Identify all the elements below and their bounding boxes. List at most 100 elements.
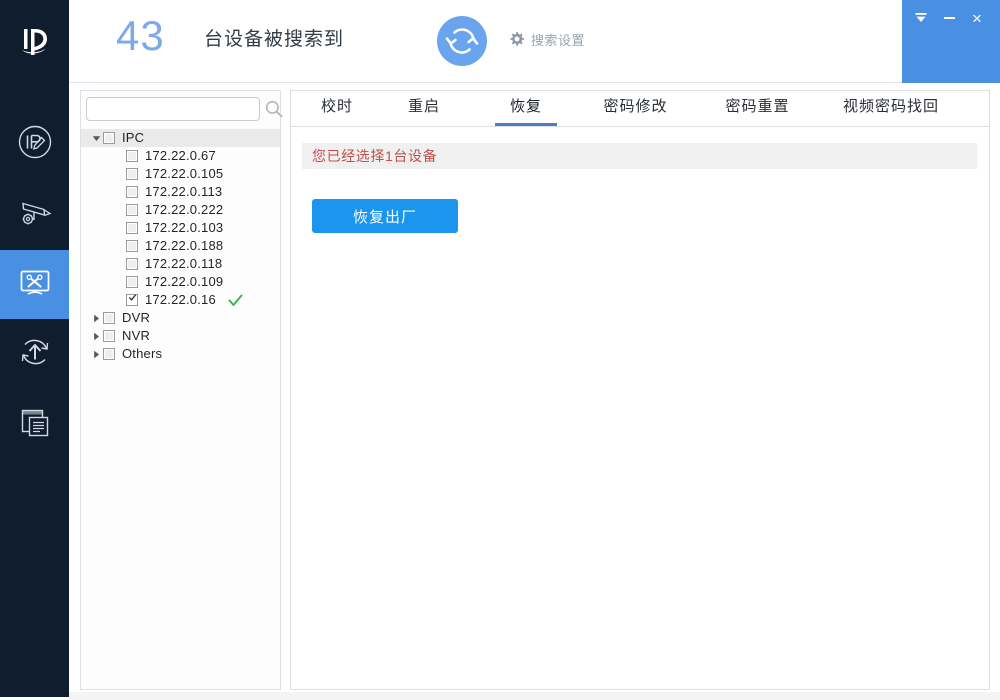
checkbox-fill <box>105 314 113 322</box>
checkbox-fill <box>105 332 113 340</box>
tree-item-device[interactable]: 172.22.0.113 <box>81 183 280 201</box>
tree-node-label: 172.22.0.113 <box>145 184 223 199</box>
checkbox[interactable] <box>126 150 138 162</box>
search-settings-label: 搜索设置 <box>531 32 586 48</box>
tab-4[interactable]: 密码重置 <box>694 91 821 126</box>
tree-item-device[interactable]: 172.22.0.67 <box>81 147 280 165</box>
tab-label: 恢复 <box>509 98 542 115</box>
twisty-toggle[interactable] <box>89 311 103 325</box>
tab-5[interactable]: 视频密码找回 <box>821 91 961 126</box>
chevron-right-icon <box>93 314 99 322</box>
sidebar-item-firmware-upgrade[interactable] <box>0 320 69 389</box>
gear-icon <box>507 30 525 48</box>
refresh-button[interactable] <box>433 12 491 70</box>
sidebar-item-ip-edit[interactable] <box>0 110 69 179</box>
checkbox-fill <box>128 206 136 214</box>
tab-1[interactable]: 重启 <box>373 91 475 126</box>
sidebar-items <box>0 110 69 460</box>
tree-item-device[interactable]: 172.22.0.222 <box>81 201 280 219</box>
tree-item-device[interactable]: 172.22.0.118 <box>81 255 280 273</box>
logo-icon <box>21 28 47 55</box>
tab-0[interactable]: 校时 <box>301 91 373 126</box>
app-logo <box>0 0 69 83</box>
checkbox-fill <box>128 152 136 160</box>
window-controls: × <box>902 0 1000 83</box>
checkbox[interactable] <box>103 330 115 342</box>
search-settings-button[interactable]: 搜索设置 <box>507 28 585 50</box>
sidebar <box>0 0 69 697</box>
checkbox[interactable] <box>126 222 138 234</box>
tree-group-others[interactable]: Others <box>81 345 280 363</box>
bottom-strip <box>69 692 1000 700</box>
tree-item-device[interactable]: 172.22.0.16 <box>81 291 280 309</box>
success-check-icon <box>228 294 243 306</box>
checkbox[interactable] <box>103 348 115 360</box>
checkbox[interactable] <box>126 276 138 288</box>
tree-node-label: 172.22.0.109 <box>145 274 224 289</box>
tab-label: 视频密码找回 <box>842 98 939 115</box>
device-count-label: 台设备被搜索到 <box>204 29 345 50</box>
tree-node-label: 172.22.0.118 <box>145 256 223 271</box>
checkbox-fill <box>105 350 113 358</box>
twisty-toggle[interactable] <box>89 329 103 343</box>
chevron-right-icon <box>93 350 99 358</box>
tree-node-label: 172.22.0.105 <box>145 166 224 181</box>
tree-node-label: 172.22.0.67 <box>145 148 216 163</box>
tab-bar: 校时 重启 恢复 密码修改 密码重置 视频密码找回 <box>291 91 989 127</box>
search-input[interactable] <box>86 97 260 121</box>
camera-gear-icon <box>14 191 56 238</box>
tree-node-label: 172.22.0.222 <box>145 202 224 217</box>
checkbox-fill <box>128 260 136 268</box>
upload-arrow-icon <box>14 331 56 378</box>
tree-item-device[interactable]: 172.22.0.188 <box>81 237 280 255</box>
checkbox[interactable] <box>126 258 138 270</box>
collapse-button[interactable] <box>910 7 932 29</box>
sidebar-item-device-config[interactable] <box>0 180 69 249</box>
sidebar-item-logs[interactable] <box>0 390 69 459</box>
tree-node-label: 172.22.0.188 <box>145 238 224 253</box>
tree-item-device[interactable]: 172.22.0.109 <box>81 273 280 291</box>
sidebar-item-maintenance-tools[interactable] <box>0 250 69 319</box>
checkbox-fill <box>128 188 136 196</box>
tree-node-label: 172.22.0.16 <box>145 292 216 307</box>
tree-node-label: NVR <box>122 328 151 343</box>
search-button[interactable] <box>264 99 284 119</box>
checkbox[interactable] <box>126 204 138 216</box>
tree-node-label: IPC <box>122 130 145 145</box>
chevron-right-icon <box>93 332 99 340</box>
header: 43 台设备被搜索到 搜索设置 × <box>69 0 1000 83</box>
app-window: 43 台设备被搜索到 搜索设置 × IPC 172.22.0.67 172.22… <box>0 0 1000 700</box>
tree-group-ipc[interactable]: IPC <box>81 129 280 147</box>
checkbox[interactable] <box>103 312 115 324</box>
twisty-toggle[interactable] <box>89 131 103 145</box>
chevron-down-icon <box>92 135 100 141</box>
close-icon: × <box>972 8 982 28</box>
checkbox[interactable] <box>103 132 115 144</box>
tab-2[interactable]: 恢复 <box>475 91 577 126</box>
close-button[interactable]: × <box>966 7 988 29</box>
tab-active-underline <box>495 123 557 126</box>
tab-label: 重启 <box>407 98 440 115</box>
tree-node-label: DVR <box>122 310 151 325</box>
twisty-toggle[interactable] <box>89 347 103 361</box>
tab-label: 密码修改 <box>603 98 668 115</box>
minimize-icon <box>943 17 955 19</box>
tab-3[interactable]: 密码修改 <box>577 91 694 126</box>
monitor-tools-icon <box>14 261 56 308</box>
device-tree-panel: IPC 172.22.0.67 172.22.0.105 172.22.0.113 17… <box>80 90 284 690</box>
tree-group-dvr[interactable]: DVR <box>81 309 280 327</box>
checkbox[interactable] <box>126 168 138 180</box>
tree-group-nvr[interactable]: NVR <box>81 327 280 345</box>
main-panel: 校时 重启 恢复 密码修改 密码重置 视频密码找回 您已经选择1台设备 恢复出厂 <box>290 90 990 690</box>
checkbox[interactable] <box>126 186 138 198</box>
checkbox[interactable] <box>126 240 138 252</box>
minimize-button[interactable] <box>938 7 960 29</box>
checkbox-tick-icon <box>128 294 137 301</box>
restore-factory-button[interactable]: 恢复出厂 <box>312 199 458 233</box>
checkbox[interactable] <box>126 294 138 306</box>
tree-item-device[interactable]: 172.22.0.105 <box>81 165 280 183</box>
checkbox-fill <box>128 170 136 178</box>
documents-icon <box>14 401 56 448</box>
search-icon <box>265 100 283 118</box>
tree-item-device[interactable]: 172.22.0.103 <box>81 219 280 237</box>
